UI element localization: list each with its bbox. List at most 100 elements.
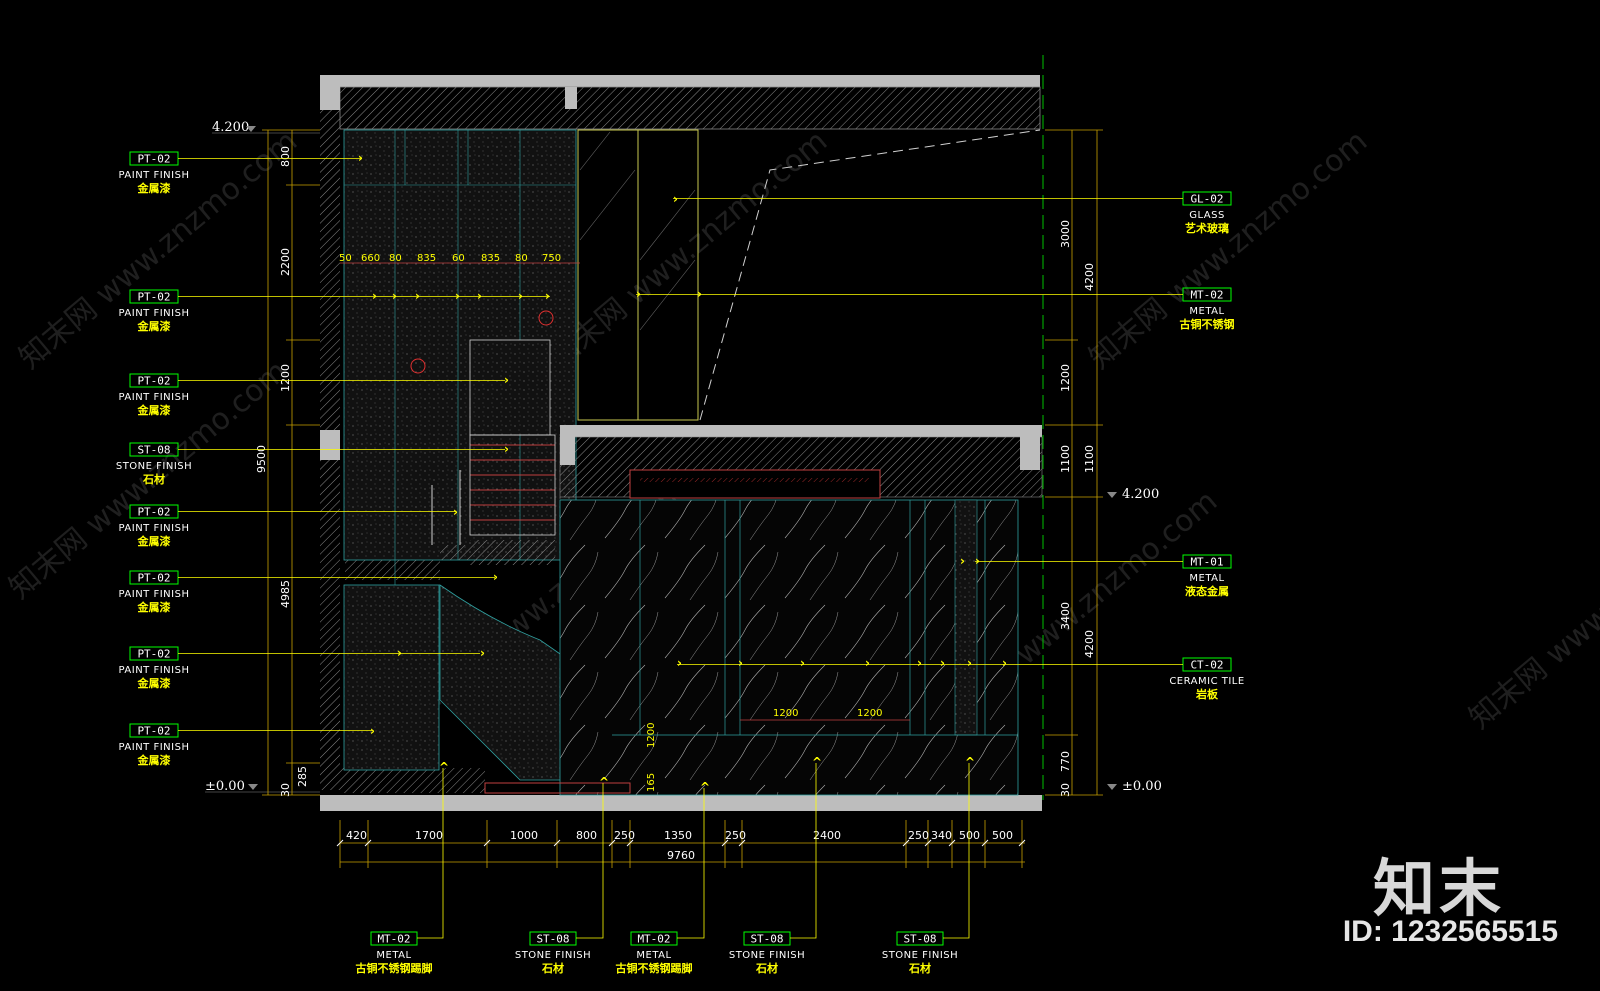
right-tag-cn: 古铜不锈钢 (1180, 317, 1235, 331)
right-tag-code: MT-01 (1190, 556, 1223, 569)
right-tag-code: MT-02 (1190, 289, 1223, 302)
bottom-tag-cn: 石材 (908, 961, 931, 975)
bottom-tag-code: MT-02 (377, 933, 410, 946)
leader-arrow: › (397, 646, 402, 660)
bottom-tag-en: METAL (376, 950, 411, 961)
dim-right-4200-top: 4200 (1083, 263, 1096, 291)
bottom-tag-cn: 石材 (755, 961, 778, 975)
leader-arrow: › (800, 656, 805, 670)
dim-left-1200: 1200 (279, 364, 292, 392)
dim-right-4200-bottom: 4200 (1083, 630, 1096, 658)
bottom-tag: ST-08 STONE FINISH石材 (729, 931, 805, 975)
leader-arrow: › (967, 656, 972, 670)
left-tag-cn: 石材 (142, 472, 165, 486)
bottom-tag-en: STONE FINISH (882, 950, 958, 961)
right-tag-en: CERAMIC TILE (1169, 676, 1244, 687)
leader-arrow: › (372, 289, 377, 303)
inner-dim: 1200 (646, 723, 657, 748)
right-tag-code: CT-02 (1190, 659, 1223, 672)
dim-bottom-500-b: 500 (992, 829, 1013, 842)
left-tag-code: ST-08 (137, 444, 170, 457)
bottom-tag-code: MT-02 (637, 933, 670, 946)
right-tag-code: GL-02 (1190, 193, 1223, 206)
left-tag-code: PT-02 (137, 572, 170, 585)
leader-arrow: › (392, 289, 397, 303)
bottom-tag-en: STONE FINISH (515, 950, 591, 961)
dim-bottom-250-b: 250 (725, 829, 746, 842)
right-tag-cn: 艺术玻璃 (1185, 221, 1229, 235)
dim-right-3400: 3400 (1059, 602, 1072, 630)
panel-dim: 60 (452, 253, 465, 264)
dim-bottom-1350: 1350 (664, 829, 692, 842)
left-tag-cn: 金属漆 (137, 181, 171, 195)
leader-arrow: › (865, 656, 870, 670)
watermark: 知末网 www.znzmo.com (1083, 124, 1374, 376)
right-tag-en: METAL (1189, 306, 1224, 317)
image-id: ID: 1232565515 (1342, 915, 1558, 948)
bottom-tag-code: ST-08 (750, 933, 783, 946)
panel-dim: 80 (389, 253, 402, 264)
left-tag-en: PAINT FINISH (119, 170, 190, 181)
panel-dim: 835 (417, 253, 436, 264)
panel-dim: 835 (481, 253, 500, 264)
left-tag-cn: 金属漆 (137, 403, 171, 417)
dim-bottom-1700: 1700 (415, 829, 443, 842)
dim-left-30: 30 (279, 783, 292, 797)
dim-left-285: 285 (296, 766, 309, 787)
leader-arrow: › (960, 554, 965, 568)
leader-arrow: › (677, 656, 682, 670)
right-dimensions: 3000 1200 1100 3400 770 30 4200 1100 420… (1045, 129, 1103, 797)
dim-bottom-250-a: 250 (614, 829, 635, 842)
leader-arrow: › (493, 570, 498, 584)
leader-arrow: › (1002, 656, 1007, 670)
dim-bottom-1000: 1000 (510, 829, 538, 842)
left-tag-code: PT-02 (137, 725, 170, 738)
cad-elevation-drawing: 知末网 www.znzmo.com 知末网 www.znzmo.com 知末网 … (3, 55, 1600, 975)
dim-bottom-250-c: 250 (908, 829, 929, 842)
right-tag-cn: 液态金属 (1185, 584, 1229, 598)
left-tag-en: PAINT FINISH (119, 742, 190, 753)
bottom-tag: MT-02 METAL古铜不锈钢踢脚 (356, 931, 433, 975)
panel-dim: 80 (515, 253, 528, 264)
watermark: 知末网 www.znzmo.com (1463, 484, 1600, 736)
inner-dim: 165 (646, 773, 657, 792)
leader-arrow: › (477, 289, 482, 303)
leader-arrow: › (455, 289, 460, 303)
leader-arrow: › (636, 287, 641, 301)
left-tag-en: STONE FINISH (116, 461, 192, 472)
dim-bottom-total: 9760 (667, 849, 695, 862)
dim-right-3000: 3000 (1059, 220, 1072, 248)
dim-right-30: 30 (1059, 783, 1072, 797)
leader-arrow: ^ (599, 775, 609, 789)
dim-bottom-420: 420 (346, 829, 367, 842)
leader-arrow: › (697, 287, 702, 301)
panel-dim: 750 (542, 253, 561, 264)
left-tag-en: PAINT FINISH (119, 523, 190, 534)
dim-left-2200: 2200 (279, 248, 292, 276)
dim-bottom-340: 340 (931, 829, 952, 842)
bottom-tag-cn: 石材 (541, 961, 564, 975)
leader-arrow: › (545, 289, 550, 303)
left-tag-code: PT-02 (137, 375, 170, 388)
bottom-tag: MT-02 METAL古铜不锈钢踢脚 (616, 931, 693, 975)
dim-left-4985: 4985 (279, 580, 292, 608)
leader-arrow: › (453, 505, 458, 519)
dim-right-1100-outer: 1100 (1083, 445, 1096, 473)
inner-dim: 1200 (773, 708, 798, 719)
leader-arrow: › (504, 442, 509, 456)
bottom-tag: ST-08 STONE FINISH石材 (515, 931, 591, 975)
leader-arrow: › (940, 656, 945, 670)
left-tag-code: PT-02 (137, 291, 170, 304)
left-tag-en: PAINT FINISH (119, 392, 190, 403)
leader-arrow: › (673, 192, 678, 206)
dim-bottom-500-a: 500 (959, 829, 980, 842)
bottom-tag-cn: 古铜不锈钢踢脚 (616, 961, 693, 975)
left-tag-code: PT-02 (137, 648, 170, 661)
bottom-tag-cn: 古铜不锈钢踢脚 (356, 961, 433, 975)
left-tag-en: PAINT FINISH (119, 589, 190, 600)
bottom-tag-code: ST-08 (536, 933, 569, 946)
left-tag-cn: 金属漆 (137, 600, 171, 614)
leader-arrow: › (738, 656, 743, 670)
leader-arrow: ^ (812, 755, 822, 769)
left-tag-cn: 金属漆 (137, 676, 171, 690)
